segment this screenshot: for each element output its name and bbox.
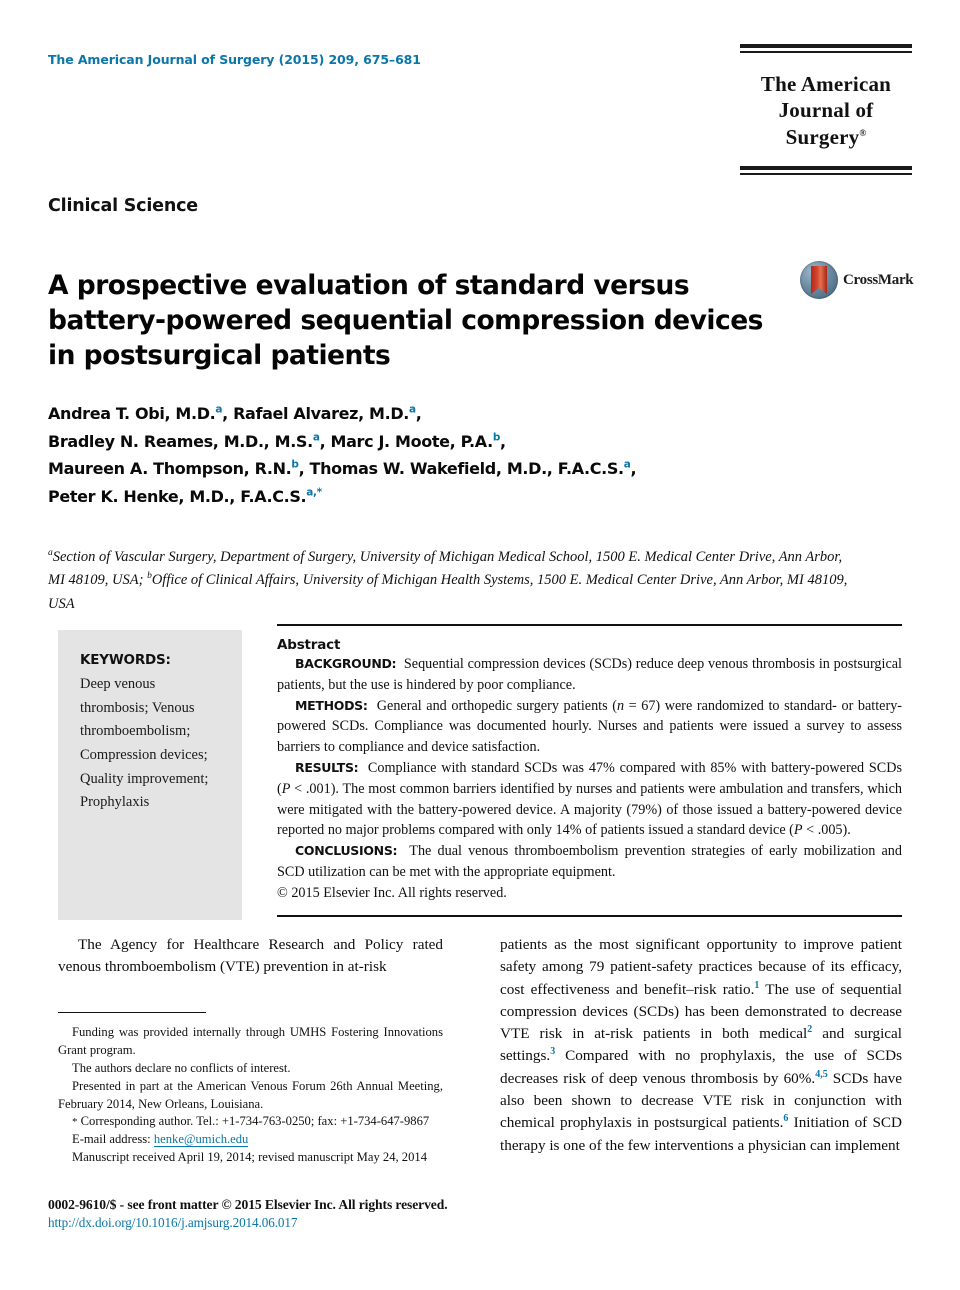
affiliation-text-b: Office of Clinical Affairs, University o… bbox=[48, 572, 848, 612]
abstract-section: Abstract BACKGROUND: Sequential compress… bbox=[277, 624, 902, 917]
author-name: Bradley N. Reames, M.D., M.S. bbox=[48, 431, 313, 451]
author-separator: , bbox=[630, 459, 637, 479]
abstract-methods: METHODS: General and orthopedic surgery … bbox=[277, 696, 902, 758]
abstract-methods-label: METHODS: bbox=[295, 697, 368, 713]
citation-ref-4-5[interactable]: 4,5 bbox=[815, 1069, 828, 1080]
abstract-rule-top bbox=[277, 624, 902, 626]
affiliation-marker: a bbox=[409, 403, 416, 416]
author-line-4: Peter K. Henke, M.D., F.A.C.S.a,* bbox=[48, 483, 898, 511]
abstract-conclusions-label: CONCLUSIONS: bbox=[295, 843, 398, 859]
section-label: Clinical Science bbox=[48, 196, 198, 216]
author-name: , Marc J. Moote, P.A. bbox=[319, 431, 494, 451]
logo-rule-top bbox=[740, 44, 912, 53]
footnote-conflicts: The authors declare no conflicts of inte… bbox=[72, 1060, 291, 1075]
journal-reference: The American Journal of Surgery (2015) 2… bbox=[48, 52, 421, 67]
keywords-box: KEYWORDS: Deep venous thrombosis; Venous… bbox=[58, 630, 242, 920]
footnotes: Funding was provided internally through … bbox=[58, 1012, 443, 1167]
page-title: A prospective evaluation of standard ver… bbox=[48, 269, 763, 372]
abstract-methods-n: n bbox=[616, 697, 625, 714]
corresponding-author-marker: * bbox=[316, 486, 323, 499]
author-name: Peter K. Henke, M.D., F.A.C.S. bbox=[48, 486, 307, 506]
email-link[interactable]: henke@umich.edu bbox=[153, 1132, 249, 1148]
author-separator: , bbox=[500, 431, 506, 451]
abstract-results-text-3: < .005). bbox=[802, 822, 851, 839]
author-name: , Rafael Alvarez, M.D. bbox=[222, 404, 410, 423]
affiliation-marker: a, bbox=[306, 486, 317, 499]
keywords-list: Deep venous thrombosis; Venous thromboem… bbox=[80, 676, 209, 811]
author-line-1: Andrea T. Obi, M.D. a, Rafael Alvarez, M.… bbox=[48, 400, 898, 428]
abstract-methods-text-1: General and orthopedic surgery patients … bbox=[376, 697, 617, 714]
email-label: E-mail address: bbox=[72, 1132, 151, 1147]
abstract-background-label: BACKGROUND: bbox=[295, 656, 397, 671]
affiliation-marker: a bbox=[623, 458, 631, 471]
abstract-background: BACKGROUND: Sequential compression devic… bbox=[277, 654, 902, 696]
doi-link[interactable]: http://dx.doi.org/10.1016/j.amjsurg.2014… bbox=[48, 1215, 528, 1231]
page-footer: 0002-9610/$ - see front matter © 2015 El… bbox=[48, 1197, 528, 1231]
logo-rule-bottom bbox=[740, 165, 912, 175]
abstract-conclusions: CONCLUSIONS: The dual venous thromboembo… bbox=[277, 841, 902, 883]
footnote-corresponding: * Corresponding author. Tel.: +1-734-763… bbox=[58, 1113, 443, 1131]
affiliation-marker: b bbox=[291, 458, 299, 471]
masthead: The American Journal of Surgery (2015) 2… bbox=[48, 44, 912, 175]
footnote-email: E-mail address: henke@umich.edu bbox=[58, 1131, 443, 1149]
author-line-3: Maureen A. Thompson, R.N.b, Thomas W. Wa… bbox=[48, 455, 898, 483]
issn-copyright: 0002-9610/$ - see front matter © 2015 El… bbox=[48, 1197, 448, 1212]
journal-logo-line-2-text: Journal of Surgery bbox=[778, 98, 874, 149]
corresponding-text: Corresponding author. Tel.: +1-734-763-0… bbox=[77, 1114, 430, 1129]
footnote-presented: Presented in part at the American Venous… bbox=[58, 1078, 443, 1111]
abstract-rule-bottom bbox=[277, 914, 902, 917]
footnote-rule bbox=[58, 1012, 206, 1013]
affiliation-marker: b bbox=[492, 431, 501, 444]
author-list: Andrea T. Obi, M.D.a, Rafael Alvarez, M.… bbox=[48, 400, 898, 510]
journal-logo-line-2: Journal of Surgery® bbox=[740, 97, 912, 150]
abstract-heading: Abstract bbox=[277, 637, 341, 653]
crossmark-label: CrossMark bbox=[843, 271, 914, 288]
author-name: Andrea T. Obi, M.D. bbox=[48, 404, 216, 423]
journal-logo: The American Journal of Surgery® bbox=[740, 44, 912, 175]
author-separator: , bbox=[415, 404, 422, 423]
affiliations: aSection of Vascular Surgery, Department… bbox=[48, 546, 848, 616]
author-name: , Thomas W. Wakefield, M.D., F.A.C.S. bbox=[298, 459, 625, 479]
footnote-manuscript: Manuscript received April 19, 2014; revi… bbox=[72, 1150, 427, 1165]
paper-page: The American Journal of Surgery (2015) 2… bbox=[0, 0, 960, 1290]
body-column-right: patients as the most significant opportu… bbox=[500, 934, 902, 1157]
keywords-title: KEYWORDS: bbox=[80, 652, 171, 668]
body-paragraph-right: patients as the most significant opportu… bbox=[500, 934, 902, 1157]
body-paragraph-left: The Agency for Healthcare Research and P… bbox=[58, 936, 443, 976]
abstract-results-p2: P bbox=[793, 822, 803, 839]
crossmark-icon bbox=[800, 261, 838, 299]
body-column-left: The Agency for Healthcare Research and P… bbox=[58, 934, 443, 979]
abstract-copyright: © 2015 Elsevier Inc. All rights reserved… bbox=[277, 884, 507, 901]
footnote-funding: Funding was provided internally through … bbox=[58, 1025, 443, 1057]
abstract-results-label: RESULTS: bbox=[295, 759, 359, 775]
abstract-results: RESULTS: Compliance with standard SCDs w… bbox=[277, 758, 902, 841]
affiliation-marker: a bbox=[312, 431, 320, 444]
crossmark-badge-group[interactable]: CrossMark bbox=[800, 258, 914, 302]
author-name: Maureen A. Thompson, R.N. bbox=[48, 459, 292, 479]
trademark-mark: ® bbox=[859, 127, 867, 138]
journal-logo-line-1: The American bbox=[760, 72, 892, 96]
author-line-2: Bradley N. Reames, M.D., M.S.a, Marc J. … bbox=[48, 428, 898, 456]
